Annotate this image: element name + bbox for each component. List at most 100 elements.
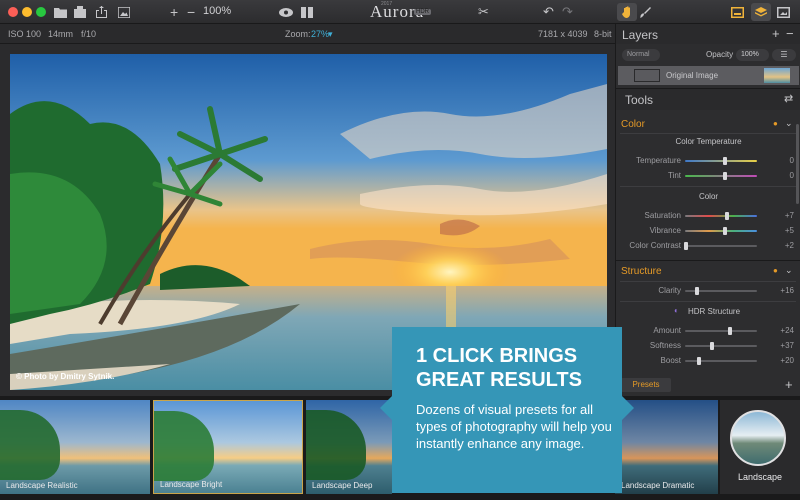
- redo-icon[interactable]: ↷: [562, 4, 573, 20]
- remove-layer-icon[interactable]: −: [786, 26, 794, 41]
- amount-label: Amount: [653, 326, 681, 335]
- vibrance-slider[interactable]: [685, 227, 757, 235]
- focal-length: 14mm: [48, 29, 74, 39]
- saturation-value: +7: [784, 211, 794, 220]
- layer-options-icon[interactable]: ☰: [772, 49, 796, 61]
- promo-arrow-right: [622, 396, 634, 420]
- compare-split-icon[interactable]: [301, 4, 313, 20]
- preset-thumbnail[interactable]: Landscape Realistic: [0, 400, 150, 494]
- divider: [620, 186, 796, 187]
- promo-headline: 1 CLICK BRINGS GREAT RESULTS: [416, 344, 606, 392]
- saturation-label: Saturation: [644, 211, 681, 220]
- vibrance-value: +5: [784, 226, 794, 235]
- presets-tab[interactable]: Presets: [621, 378, 671, 392]
- reset-tools-icon[interactable]: ⇄: [784, 92, 793, 105]
- share-icon[interactable]: [96, 4, 107, 20]
- softness-slider[interactable]: [685, 342, 757, 350]
- layout-single-icon[interactable]: [731, 4, 744, 20]
- preset-label: Landscape Dramatic: [621, 481, 695, 490]
- amount-knob[interactable]: [727, 327, 732, 335]
- brush-icon[interactable]: [640, 4, 651, 20]
- close-window-button[interactable]: [8, 7, 18, 17]
- temperature-value: 0: [789, 156, 794, 165]
- clarity-knob[interactable]: [694, 287, 699, 295]
- boost-knob[interactable]: [697, 357, 702, 365]
- tint-slider[interactable]: [685, 172, 757, 180]
- layer-mask-thumbnail: [634, 69, 660, 82]
- amount-value: +24: [780, 326, 794, 335]
- divider: [620, 133, 796, 134]
- structure-section-title[interactable]: Structure: [621, 266, 662, 277]
- promo-headline-line1: 1 CLICK BRINGS: [416, 345, 578, 367]
- zoom-level[interactable]: 100%: [203, 5, 231, 17]
- promo-callout: 1 CLICK BRINGS GREAT RESULTS Dozens of v…: [392, 327, 622, 493]
- hand-brush-button[interactable]: [617, 3, 637, 21]
- divider: [620, 281, 796, 282]
- zoom-dropdown[interactable]: 27%: [311, 29, 329, 39]
- color-contrast-slider[interactable]: [683, 242, 757, 250]
- color-section-title[interactable]: Color: [621, 119, 645, 130]
- tools-title: Tools: [625, 93, 654, 107]
- minimize-window-button[interactable]: [22, 7, 32, 17]
- preset-category[interactable]: Landscape: [720, 400, 800, 494]
- blend-mode-select[interactable]: Normal: [622, 49, 660, 61]
- layers-toggle-button[interactable]: [751, 3, 771, 21]
- iso-value: ISO 100: [8, 29, 42, 39]
- preset-label: Landscape Deep: [312, 481, 373, 490]
- preset-thumbnail-selected[interactable]: Landscape Bright: [153, 400, 303, 494]
- structure-section-dot-icon[interactable]: ●: [773, 266, 778, 275]
- color-contrast-value: +2: [784, 241, 794, 250]
- color-contrast-knob[interactable]: [683, 242, 688, 250]
- temperature-slider[interactable]: [685, 157, 757, 165]
- softness-label: Softness: [649, 341, 681, 350]
- zoom-in-icon[interactable]: +: [170, 4, 178, 20]
- crop-tools-icon[interactable]: ✂: [478, 4, 489, 20]
- color-section-dot-icon[interactable]: ●: [773, 119, 778, 128]
- tint-value: 0: [789, 171, 794, 180]
- add-preset-icon[interactable]: +: [785, 377, 793, 392]
- divider: [620, 301, 796, 302]
- layer-name: Original Image: [666, 71, 719, 80]
- vibrance-label: Vibrance: [649, 226, 681, 235]
- undo-icon[interactable]: ↶: [543, 4, 554, 20]
- fullscreen-icon[interactable]: [777, 4, 790, 20]
- hdr-structure-icon: ◐: [674, 306, 679, 315]
- boost-value: +20: [780, 356, 794, 365]
- amount-slider[interactable]: [685, 327, 757, 335]
- layers-title: Layers: [622, 28, 659, 42]
- aperture: f/10: [81, 29, 97, 39]
- saturation-slider[interactable]: [685, 212, 757, 220]
- promo-headline-line2: GREAT RESULTS: [416, 369, 582, 391]
- tint-knob[interactable]: [722, 172, 727, 180]
- opacity-select[interactable]: 100%: [736, 49, 769, 61]
- color-section-chevron-icon[interactable]: ⌄: [785, 118, 793, 129]
- opacity-label: Opacity: [706, 50, 734, 59]
- section-separator: [616, 260, 800, 261]
- layers-icon: [755, 6, 767, 16]
- image-icon[interactable]: [118, 4, 130, 20]
- panel-scrollbar[interactable]: [796, 124, 799, 204]
- color-contrast-label: Color Contrast: [629, 241, 681, 250]
- folder-icon[interactable]: [54, 4, 67, 20]
- zoom-chevron-icon[interactable]: ▾: [328, 29, 333, 40]
- preview-eye-icon[interactable]: [279, 4, 293, 20]
- saturation-knob[interactable]: [724, 212, 729, 220]
- preset-category-label: Landscape: [737, 472, 783, 482]
- temperature-knob[interactable]: [722, 157, 727, 165]
- structure-section-chevron-icon[interactable]: ⌄: [785, 265, 793, 276]
- clarity-value: +16: [780, 286, 794, 295]
- layer-thumbnail: [764, 68, 790, 83]
- clarity-slider[interactable]: [685, 287, 757, 295]
- maximize-window-button[interactable]: [36, 7, 46, 17]
- layer-row[interactable]: Original Image: [618, 66, 799, 85]
- softness-knob[interactable]: [709, 342, 714, 350]
- preset-label: Landscape Bright: [160, 480, 223, 489]
- vibrance-knob[interactable]: [722, 227, 727, 235]
- clarity-label: Clarity: [658, 286, 681, 295]
- export-icon[interactable]: [74, 4, 86, 20]
- category-thumbnail: [730, 410, 786, 466]
- zoom-out-icon[interactable]: −: [187, 4, 195, 20]
- boost-slider[interactable]: [685, 357, 757, 365]
- add-layer-icon[interactable]: +: [772, 26, 780, 41]
- promo-body: Dozens of visual presets for all types o…: [416, 402, 612, 451]
